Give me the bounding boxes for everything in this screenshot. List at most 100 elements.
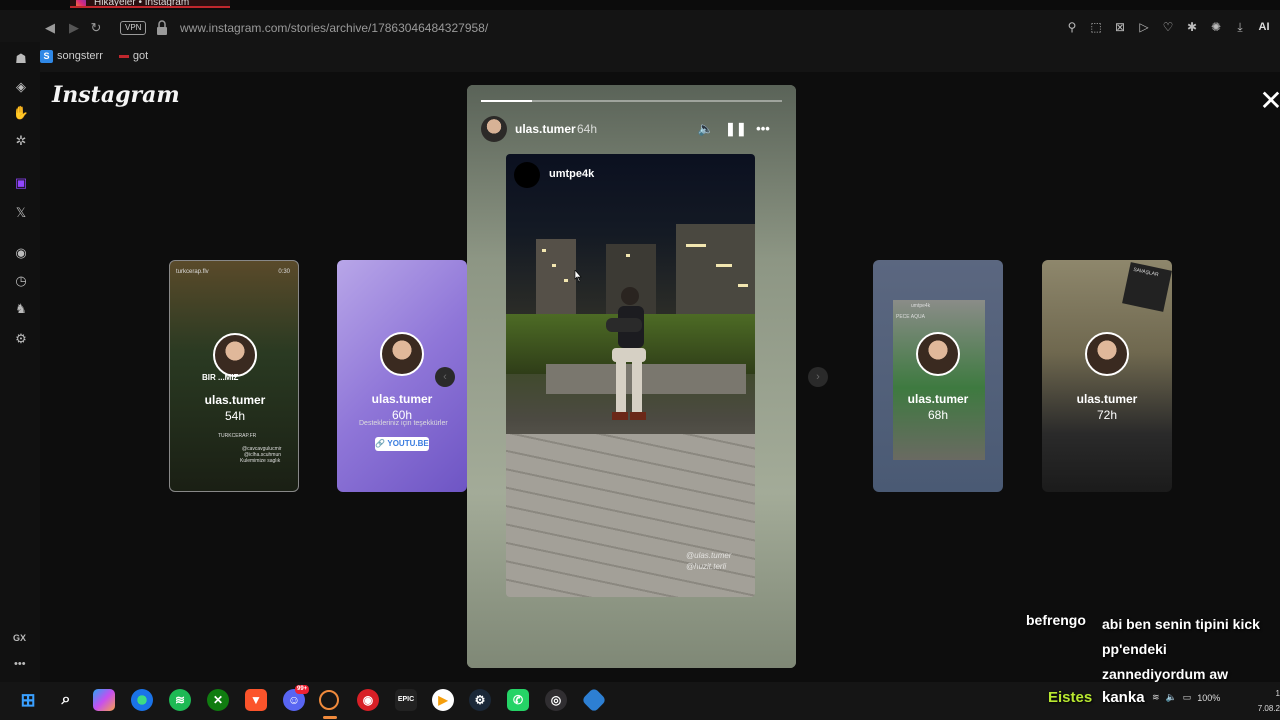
card-top-label: umtpe4k <box>911 303 931 309</box>
ai-button[interactable]: AI <box>1256 19 1272 35</box>
copilot-icon[interactable] <box>93 689 115 711</box>
window-light <box>626 254 630 257</box>
x-icon[interactable]: 𝕏 <box>12 204 30 222</box>
twitch-icon[interactable]: ▣ <box>12 174 30 192</box>
player-username[interactable]: ulas.tumer <box>515 122 576 136</box>
window-light <box>542 249 546 252</box>
discord-icon[interactable]: ☺ 99+ <box>283 685 310 711</box>
chat-username: befrengo <box>1026 612 1086 628</box>
screenshot-icon[interactable]: ⬚ <box>1088 19 1104 35</box>
player-age: 64h <box>577 122 598 136</box>
heart-icon[interactable]: ♡ <box>1160 19 1176 35</box>
card-top-label: turkcerap.flv <box>176 269 209 275</box>
card-age: 68h <box>927 408 949 422</box>
reload-icon[interactable]: ↻ <box>88 20 104 36</box>
bookmark-got[interactable]: got <box>118 50 148 62</box>
more-options-icon[interactable]: ••• <box>754 120 772 138</box>
gx-label[interactable]: GX <box>13 633 26 643</box>
figure-icon[interactable]: ♞ <box>12 300 30 318</box>
back-icon[interactable]: ◀ <box>42 20 58 36</box>
ai-label: AI <box>1258 21 1270 33</box>
whatsapp-icon[interactable]: ✆ <box>507 689 529 711</box>
more-icon[interactable]: ••• <box>14 658 26 670</box>
pin-icon[interactable]: ⚲ <box>1064 19 1080 35</box>
settings-icon[interactable]: ⚙ <box>12 330 30 348</box>
reposted-username[interactable]: umtpe4k <box>549 168 594 180</box>
steam-icon[interactable]: ⚙ <box>469 689 491 711</box>
youtube-link-chip[interactable]: 🔗 YOUTU.BE <box>375 437 429 451</box>
story-card[interactable]: umtpe4k PECE AQUA ulas.tumer 68h <box>873 260 1003 492</box>
mention-line: @ulas.tumer <box>686 551 732 560</box>
story-card[interactable]: turkcerap.flv 0:30 BIR ...MIZ ulas.tumer… <box>169 260 299 492</box>
clock[interactable]: 1 7.08.2 <box>1250 686 1280 716</box>
app-icon[interactable] <box>581 687 607 713</box>
toolbar-icons: ⚲ ⬚ ⊠ ▷ ♡ ✱ ✺ ⤓ AI <box>1064 19 1272 35</box>
edge-icon[interactable] <box>131 689 153 711</box>
bookmark-songsterr[interactable]: S songsterr <box>40 49 103 63</box>
download-icon[interactable]: ⤓ <box>1232 19 1248 35</box>
forward-icon[interactable]: ▶ <box>66 20 82 36</box>
search-icon[interactable]: ⌕ <box>55 689 77 711</box>
system-tray: ≋ 🔈 ▭ 100% <box>1152 692 1220 703</box>
windows-start-icon[interactable]: ⊞ <box>17 689 39 711</box>
avatar <box>916 332 960 376</box>
songsterr-icon: S <box>40 49 53 63</box>
close-icon[interactable]: ✕ <box>1258 87 1280 115</box>
wifi-icon[interactable]: ≋ <box>1152 692 1160 703</box>
speaker-icon[interactable]: 🔈 <box>1166 692 1177 703</box>
window-light <box>564 279 568 282</box>
ai-icon[interactable]: ☗ <box>12 50 30 68</box>
paving-stones <box>506 434 755 597</box>
spotify-icon[interactable]: ≋ <box>169 689 191 711</box>
opera-gx-icon[interactable] <box>319 690 339 710</box>
window-light <box>552 264 556 267</box>
card-age: 72h <box>1096 408 1118 422</box>
extension-icon[interactable]: ✱ <box>1184 19 1200 35</box>
brave-icon[interactable]: ▼ <box>245 689 267 711</box>
discord-badge: 99+ <box>295 685 310 694</box>
clock-icon[interactable]: ◷ <box>12 272 30 290</box>
tab-strip: Hikayeler • Instagram <box>0 0 1280 10</box>
tab-instagram[interactable]: Hikayeler • Instagram <box>70 0 230 8</box>
media-player-icon[interactable]: ▶ <box>432 689 454 711</box>
mouse-cursor-icon <box>574 270 582 283</box>
gx-red-icon[interactable]: ◉ <box>357 689 379 711</box>
url-text[interactable]: www.instagram.com/stories/archive/178630… <box>180 21 488 35</box>
star-icon[interactable]: ✲ <box>12 132 30 150</box>
instagram-logo[interactable]: Instagram <box>52 82 180 108</box>
card-corner-label: 0:30 <box>278 269 290 275</box>
play-icon[interactable]: ▷ <box>1136 19 1152 35</box>
lock-icon[interactable] <box>156 20 168 36</box>
pause-icon[interactable]: ❚❚ <box>725 120 747 138</box>
story-progress <box>481 100 782 102</box>
card-username: ulas.tumer <box>1076 392 1138 406</box>
story-card[interactable]: SAVAŞLAR ulas.tumer 72h <box>1042 260 1172 492</box>
splash-icon[interactable]: ✺ <box>1208 19 1224 35</box>
gx-corner-icon[interactable]: ◈ <box>12 78 30 96</box>
shield-icon[interactable]: ⊠ <box>1112 19 1128 35</box>
story-photo: umtpe4k @ulas.tumer @huzit.terli <box>506 154 755 597</box>
next-story-icon[interactable]: › <box>808 367 828 387</box>
clock-time: 1 <box>1275 689 1280 698</box>
obs-icon[interactable]: ◎ <box>545 689 567 711</box>
volume-icon[interactable]: 🔈 <box>697 120 715 138</box>
bookmark-label: songsterr <box>57 50 103 62</box>
battery-icon[interactable]: ▭ <box>1183 692 1192 703</box>
avatar[interactable] <box>481 116 507 142</box>
card-age: 54h <box>224 409 246 423</box>
avatar <box>213 333 257 377</box>
card-photo: umtpe4k PECE AQUA <box>893 300 985 460</box>
dash-icon <box>118 54 129 58</box>
sticker-label: SAVAŞLAR <box>1132 266 1160 279</box>
card-username: ulas.tumer <box>371 392 433 406</box>
vpn-badge[interactable]: VPN <box>120 21 147 35</box>
hand-icon[interactable]: ✋ <box>12 104 30 122</box>
epic-games-icon[interactable]: EPIC <box>395 689 417 711</box>
xbox-icon[interactable]: ✕ <box>207 689 229 711</box>
window-light <box>738 284 748 287</box>
story-player[interactable]: ulas.tumer 64h 🔈 ❚❚ ••• umtpe4k @ulas.tu… <box>467 85 796 668</box>
prev-story-icon[interactable]: ‹ <box>435 367 455 387</box>
browser-chrome: Hikayeler • Instagram ◀ ▶ ↻ VPN www.inst… <box>0 0 1280 72</box>
spotify-icon[interactable]: ◉ <box>12 244 30 262</box>
bookmarks-bar: S songsterr got <box>40 46 148 66</box>
